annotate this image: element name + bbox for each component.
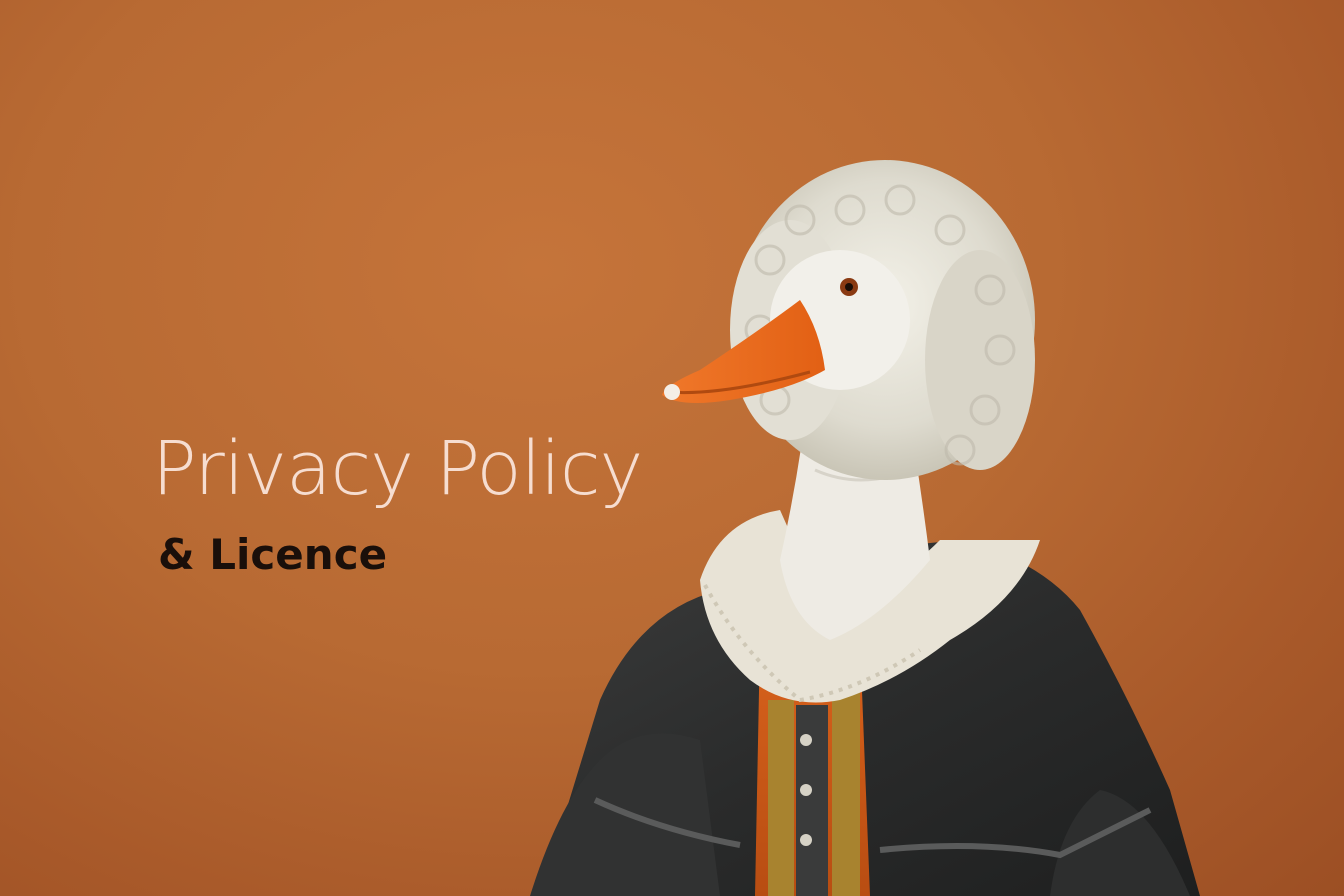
page-title: Privacy Policy [152, 426, 643, 512]
hero-banner: Privacy Policy & Licence [0, 0, 1344, 896]
page-subtitle: & Licence [158, 530, 388, 579]
